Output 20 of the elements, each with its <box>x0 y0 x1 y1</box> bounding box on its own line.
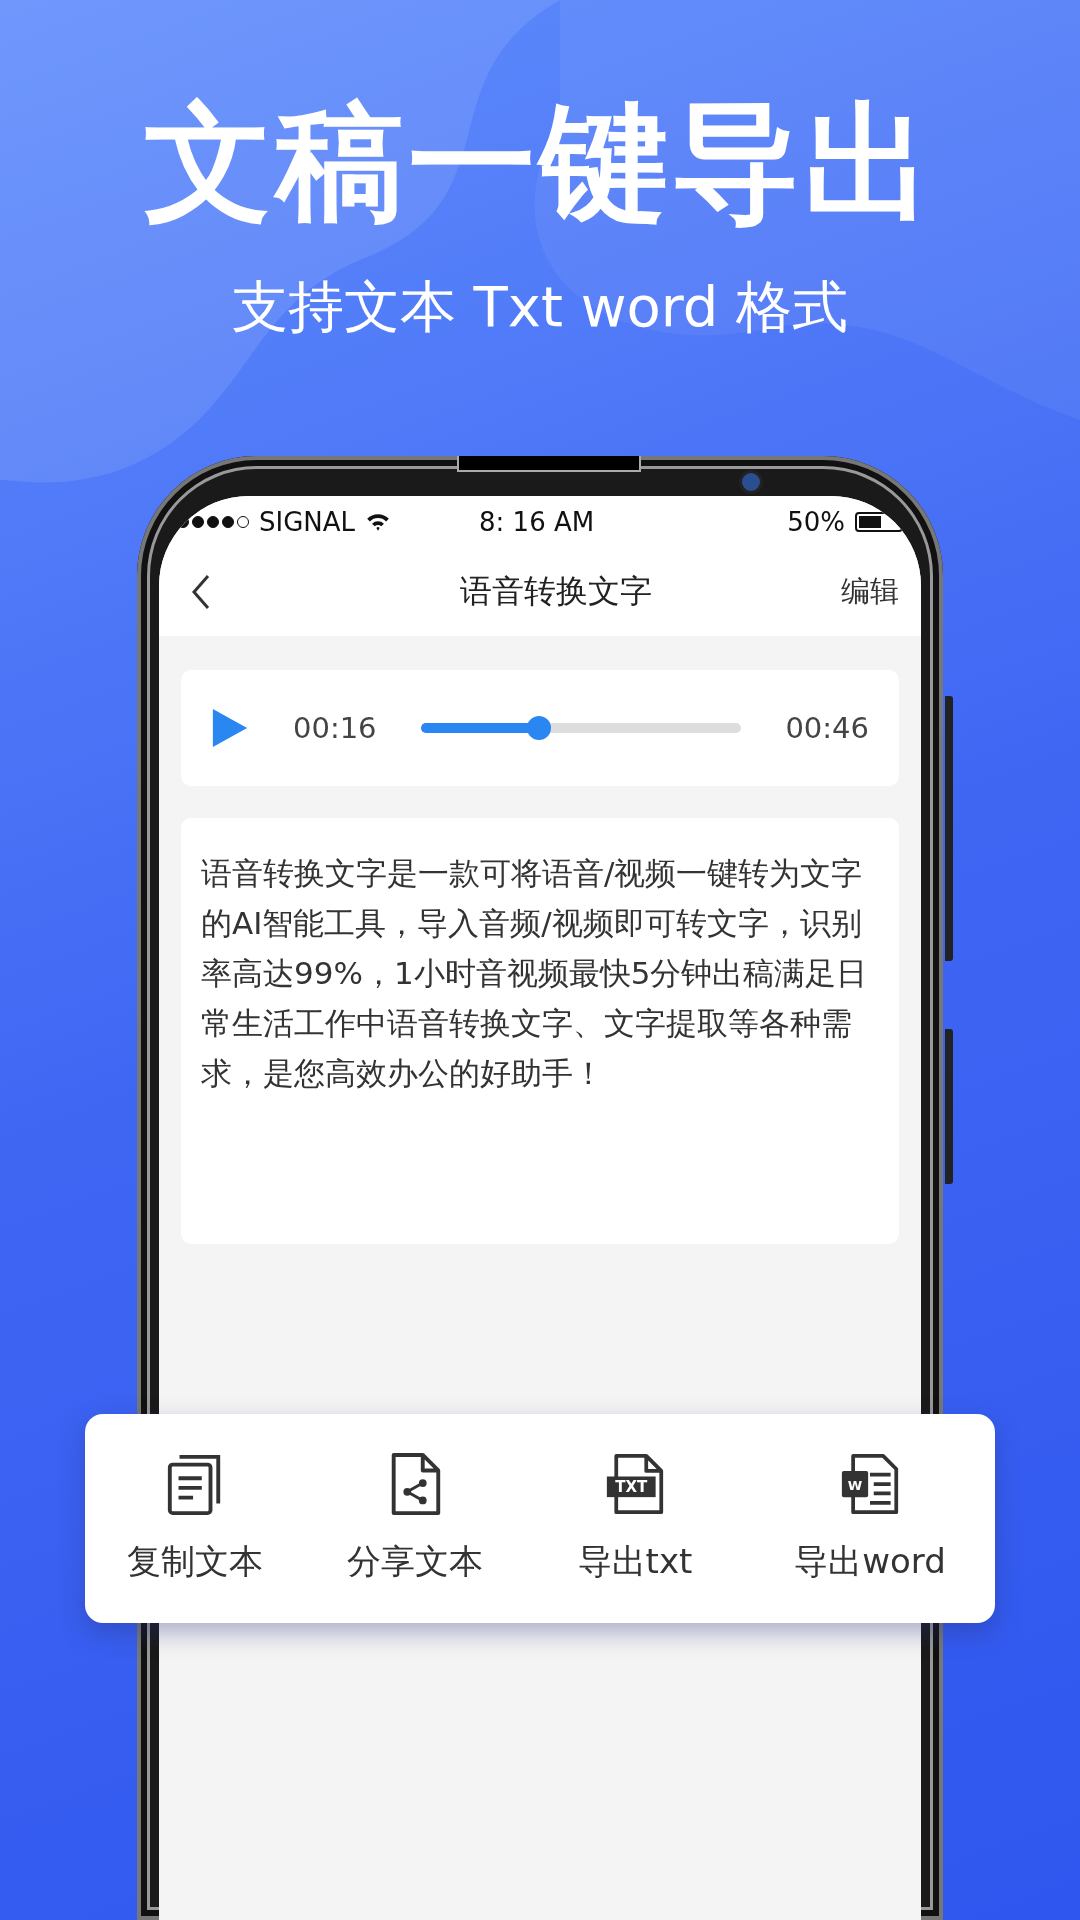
battery-percent: 50% <box>787 507 845 537</box>
screen-title: 语音转换文字 <box>459 571 653 612</box>
action-label[interactable]: 导出txt <box>577 1538 693 1585</box>
current-time: 00:16 <box>293 711 377 745</box>
back-icon[interactable] <box>191 574 211 610</box>
action-label[interactable]: 导出word <box>794 1538 946 1585</box>
action-label[interactable]: 分享文本 <box>347 1538 483 1585</box>
action-label[interactable]: 复制文本 <box>127 1538 263 1585</box>
camera-icon <box>739 470 763 494</box>
carrier-name: SIGNAL <box>259 507 356 537</box>
play-icon[interactable] <box>211 706 249 750</box>
edit-button[interactable]: 编辑 <box>841 572 899 612</box>
wifi-icon <box>365 512 392 532</box>
status-time: 8: 16 AM <box>479 507 596 537</box>
transcript-text: 语音转换文字是一款可将语音/视频一键转为文字的AI智能工具，导入音频/视频即可转文字，识别率高达99%，1小时音视频最快5分钟出稿满足日常生活工作中语音转换文字、文字提取等各种需求，是您高效办公的好助手！ <box>201 854 869 1093</box>
subheadline: 支持文本 Txt word 格式 <box>231 273 849 341</box>
total-time: 00:46 <box>785 711 869 745</box>
battery-icon <box>855 512 903 532</box>
headline: 文稿一键导出 <box>144 88 936 238</box>
progress-slider[interactable] <box>420 716 742 740</box>
